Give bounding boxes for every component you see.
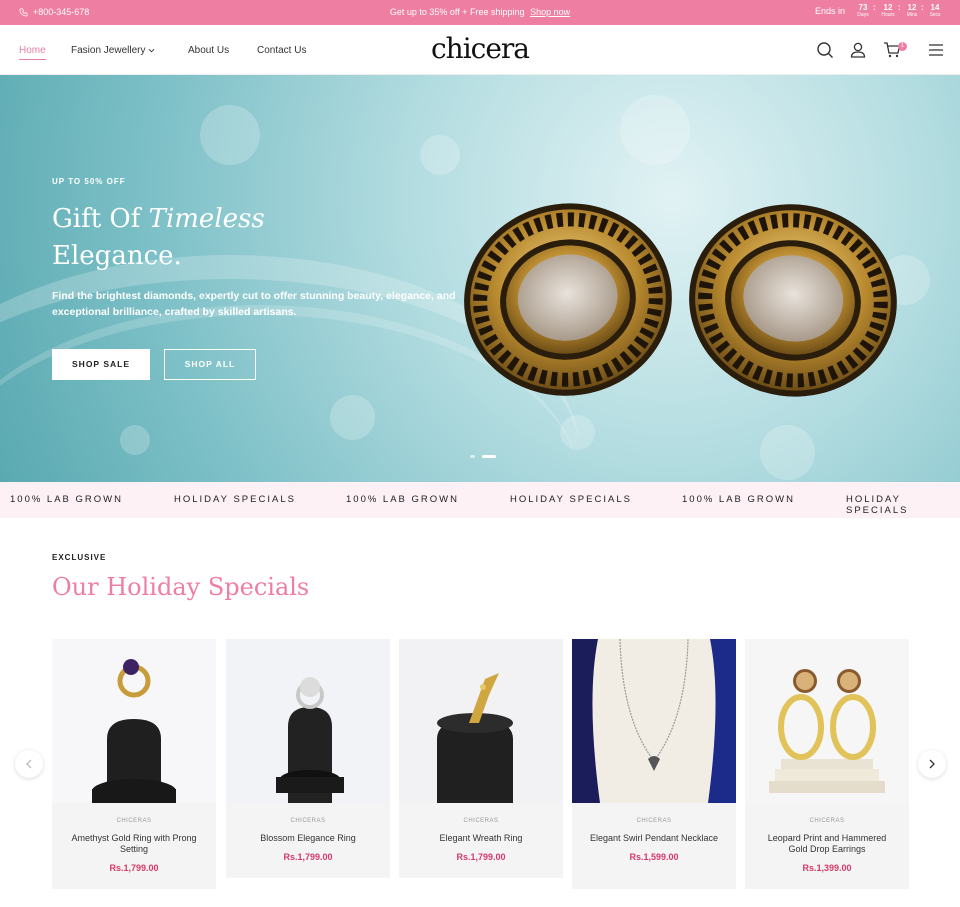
marquee-item: 100% LAB GROWN <box>682 494 795 505</box>
carousel-prev-button[interactable] <box>15 750 43 778</box>
product-image <box>399 639 563 803</box>
product-brand: CHICERAS <box>809 818 845 824</box>
user-icon[interactable] <box>849 41 867 59</box>
chevron-right-icon <box>929 759 935 769</box>
menu-icon[interactable] <box>927 41 945 59</box>
logo-text: chicera <box>431 32 530 65</box>
product-brand: CHICERAS <box>463 818 499 824</box>
shop-now-link[interactable]: Shop now <box>530 7 570 17</box>
cart-count-badge: 1 <box>898 42 907 51</box>
marquee-item: HOLIDAY SPECIALS <box>510 494 632 505</box>
product-name[interactable]: Amethyst Gold Ring with Prong Setting <box>52 833 216 855</box>
marquee-item: HOLIDAY SPECIALS <box>846 494 909 516</box>
product-price: Rs.1,599.00 <box>629 852 679 862</box>
marquee-item: 100% LAB GROWN <box>346 494 459 505</box>
earrings-image <box>464 203 897 397</box>
countdown-days: 73 Days <box>857 3 869 18</box>
product-image <box>226 639 390 803</box>
product-card[interactable]: CHICERAS Blossom Elegance Ring Rs.1,799.… <box>226 639 390 878</box>
product-brand: CHICERAS <box>636 818 672 824</box>
main-header: Home Fasion Jewellery About Us Contact U… <box>0 25 960 75</box>
product-brand: CHICERAS <box>290 818 326 824</box>
product-price: Rs.1,799.00 <box>456 852 506 862</box>
countdown-hours: 12 Hours <box>881 3 895 18</box>
promo-text: Get up to 35% off + Free shipping <box>389 7 525 17</box>
product-image <box>572 639 736 803</box>
headline-text: Gift Of <box>52 204 149 234</box>
countdown-label: Ends in <box>815 6 846 16</box>
product-image <box>745 639 909 803</box>
announcement-bar: +800-345-678 Get up to 35% off + Free sh… <box>0 0 960 25</box>
product-card[interactable]: CHICERAS Leopard Print and Hammered Gold… <box>745 639 909 889</box>
chevron-left-icon <box>26 759 32 769</box>
section-eyebrow: EXCLUSIVE <box>52 553 107 562</box>
product-name[interactable]: Blossom Elegance Ring <box>226 833 390 844</box>
product-image <box>52 639 216 803</box>
product-card[interactable]: CHICERAS Elegant Wreath Ring Rs.1,799.00 <box>399 639 563 878</box>
headline-text-2: Elegance. <box>52 241 182 271</box>
countdown-mins: 12 Mins <box>906 3 918 18</box>
section-title: Our Holiday Specials <box>52 573 310 601</box>
shop-sale-button[interactable]: SHOP SALE <box>52 349 150 380</box>
product-brand: CHICERAS <box>116 818 152 824</box>
product-price: Rs.1,399.00 <box>802 863 852 873</box>
hero-headline: Gift Of Timeless Elegance. <box>52 201 432 275</box>
marquee-item: 100% LAB GROWN <box>10 494 123 505</box>
search-icon[interactable] <box>816 41 834 59</box>
product-card[interactable]: CHICERAS Amethyst Gold Ring with Prong S… <box>52 639 216 889</box>
hero-eyebrow: UP TO 50% OFF <box>52 177 126 186</box>
hero-banner: UP TO 50% OFF Gift Of Timeless Elegance.… <box>0 75 960 482</box>
product-name[interactable]: Leopard Print and Hammered Gold Drop Ear… <box>745 833 909 855</box>
countdown-secs: 14 Secs <box>929 3 941 18</box>
product-price: Rs.1,799.00 <box>283 852 333 862</box>
product-name[interactable]: Elegant Wreath Ring <box>399 833 563 844</box>
marquee-item: HOLIDAY SPECIALS <box>174 494 296 505</box>
marquee-strip: 100% LAB GROWN HOLIDAY SPECIALS 100% LAB… <box>0 482 960 518</box>
product-card[interactable]: CHICERAS Elegant Swirl Pendant Necklace … <box>572 639 736 889</box>
slide-dot-active[interactable] <box>482 455 496 458</box>
product-price: Rs.1,799.00 <box>109 863 159 873</box>
headline-italic: Timeless <box>148 204 265 234</box>
slide-dot[interactable] <box>470 455 475 458</box>
carousel-next-button[interactable] <box>918 750 946 778</box>
product-name[interactable]: Elegant Swirl Pendant Necklace <box>572 833 736 844</box>
shop-all-button[interactable]: SHOP ALL <box>164 349 256 380</box>
hero-description: Find the brightest diamonds, expertly cu… <box>52 290 456 318</box>
